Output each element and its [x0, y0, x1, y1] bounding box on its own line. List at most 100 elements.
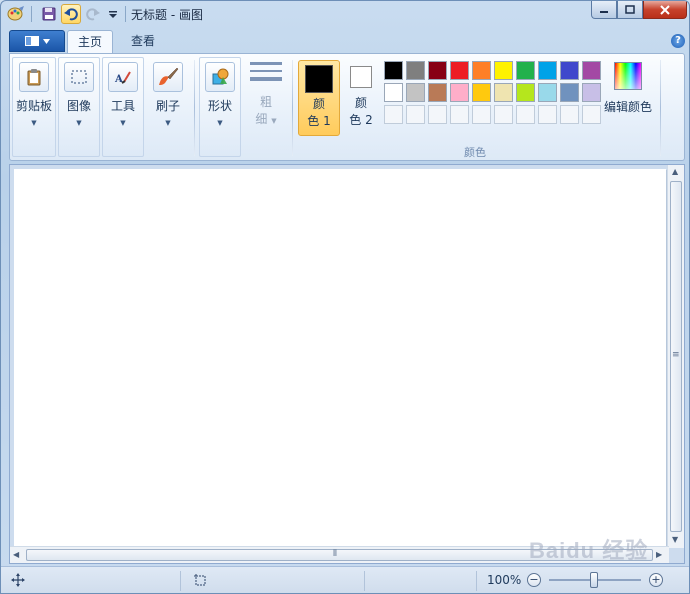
paint-window: 无标题 - 画图 主页 查看 ? 剪贴板 ▼ 图像 ▼ A 工具 ▼ 刷子 ▼ … [0, 0, 690, 594]
help-icon[interactable]: ? [671, 34, 685, 48]
grip-icon: ≡ [672, 350, 680, 360]
palette-color-swatch[interactable] [428, 83, 447, 102]
minimize-button[interactable] [591, 1, 617, 19]
clipboard-button[interactable]: 剪贴板 ▼ [16, 62, 52, 127]
maximize-button[interactable] [617, 1, 643, 19]
palette-color-swatch[interactable] [582, 83, 601, 102]
palette-color-swatch[interactable] [428, 61, 447, 80]
chevron-down-icon: ▼ [76, 119, 82, 127]
chevron-down-icon: ▼ [31, 119, 37, 127]
status-segment [5, 571, 181, 591]
customize-dropdown-icon[interactable] [103, 4, 123, 24]
vertical-scroll-thumb[interactable]: ≡ [670, 181, 682, 532]
custom-color-slot[interactable] [384, 105, 403, 124]
window-title: 无标题 - 画图 [131, 8, 203, 22]
palette-color-swatch[interactable] [582, 61, 601, 80]
line-thickness-icon [250, 62, 282, 86]
palette-color-swatch[interactable] [560, 61, 579, 80]
custom-color-slot[interactable] [582, 105, 601, 124]
image-button[interactable]: 图像 ▼ [61, 62, 97, 127]
palette-color-swatch[interactable] [450, 83, 469, 102]
palette-color-swatch[interactable] [472, 61, 491, 80]
custom-color-slot[interactable] [560, 105, 579, 124]
undo-icon[interactable] [61, 4, 81, 24]
palette-color-swatch[interactable] [494, 83, 513, 102]
zoom-in-button[interactable]: + [649, 573, 663, 587]
custom-color-slot[interactable] [538, 105, 557, 124]
palette-color-swatch[interactable] [560, 83, 579, 102]
custom-color-slot[interactable] [428, 105, 447, 124]
vertical-scrollbar[interactable]: ▲ ≡ ▼ [667, 165, 684, 548]
palette-color-swatch[interactable] [516, 61, 535, 80]
scroll-right-icon[interactable]: ▶ [656, 550, 662, 559]
save-icon[interactable] [39, 4, 59, 24]
quick-access-separator [31, 6, 32, 22]
tab-home[interactable]: 主页 [67, 30, 114, 54]
title-separator [125, 6, 126, 22]
thickness-label-1: 粗 [259, 95, 272, 109]
edit-colors-button[interactable]: 编辑颜色 [604, 62, 652, 115]
scroll-down-icon[interactable]: ▼ [672, 535, 678, 544]
brushes-label: 刷子 [155, 99, 180, 113]
window-controls [591, 1, 687, 19]
palette-color-swatch[interactable] [538, 61, 557, 80]
paint-app-icon[interactable] [7, 5, 25, 21]
chevron-down-icon: ▼ [165, 119, 171, 127]
status-bar: 100% − + [1, 566, 689, 593]
chevron-down-icon: ▼ [120, 119, 126, 127]
canvas-area: ▲ ≡ ▼ ◀ ⦀ ▶ [9, 164, 685, 564]
group-separator [194, 60, 195, 156]
palette-color-swatch[interactable] [384, 61, 403, 80]
shapes-icon [205, 62, 235, 92]
group-separator [292, 60, 293, 156]
ribbon-tab-row: 主页 查看 ? [1, 28, 689, 54]
color-spectrum-icon [614, 62, 642, 90]
palette-color-swatch[interactable] [384, 83, 403, 102]
palette-color-swatch[interactable] [494, 61, 513, 80]
thickness-button[interactable]: 粗 细 ▼ [248, 62, 284, 130]
custom-color-slot[interactable] [406, 105, 425, 124]
brushes-button[interactable]: 刷子 ▼ [150, 62, 186, 127]
color2-label-2: 色 2 [349, 113, 373, 127]
tools-label: 工具 [110, 99, 135, 113]
close-button[interactable] [643, 1, 687, 19]
color1-selector[interactable]: 颜 色 1 [298, 60, 340, 136]
color2-swatch [350, 66, 372, 88]
custom-color-slot[interactable] [516, 105, 535, 124]
group-separator [660, 60, 661, 156]
brush-icon [153, 62, 183, 92]
color1-label-2: 色 1 [307, 114, 331, 128]
image-label: 图像 [66, 99, 91, 113]
palette-color-swatch[interactable] [516, 83, 535, 102]
shapes-button[interactable]: 形状 ▼ [202, 62, 238, 127]
palette-color-swatch[interactable] [406, 61, 425, 80]
edit-colors-label: 编辑颜色 [604, 100, 653, 114]
svg-text:A: A [114, 74, 123, 85]
redo-icon[interactable] [83, 4, 103, 24]
scroll-left-icon[interactable]: ◀ [13, 550, 19, 559]
color2-selector[interactable]: 颜 色 2 [340, 60, 382, 136]
baidu-watermark: Baidu 经验 [529, 538, 649, 563]
tab-view[interactable]: 查看 [121, 30, 165, 54]
thickness-label-2: 细 ▼ [255, 112, 277, 126]
tools-icon: A [108, 62, 138, 92]
scroll-up-icon[interactable]: ▲ [672, 167, 678, 176]
clipboard-label: 剪贴板 [16, 99, 53, 113]
grip-icon: ⦀ [333, 549, 337, 559]
paint-menu-button[interactable] [9, 30, 65, 52]
zoom-slider-thumb[interactable] [590, 572, 598, 588]
zoom-out-button[interactable]: − [527, 573, 541, 587]
palette-color-swatch[interactable] [406, 83, 425, 102]
custom-color-slot[interactable] [494, 105, 513, 124]
color1-swatch [305, 65, 333, 93]
tools-button[interactable]: A 工具 ▼ [105, 62, 141, 127]
drawing-canvas[interactable] [14, 169, 666, 547]
palette-color-swatch[interactable] [450, 61, 469, 80]
status-segment [183, 571, 365, 591]
palette-color-swatch[interactable] [472, 83, 491, 102]
title-bar: 无标题 - 画图 [1, 1, 689, 27]
custom-color-slot[interactable] [450, 105, 469, 124]
status-segment [367, 571, 477, 591]
palette-color-swatch[interactable] [538, 83, 557, 102]
custom-color-slot[interactable] [472, 105, 491, 124]
